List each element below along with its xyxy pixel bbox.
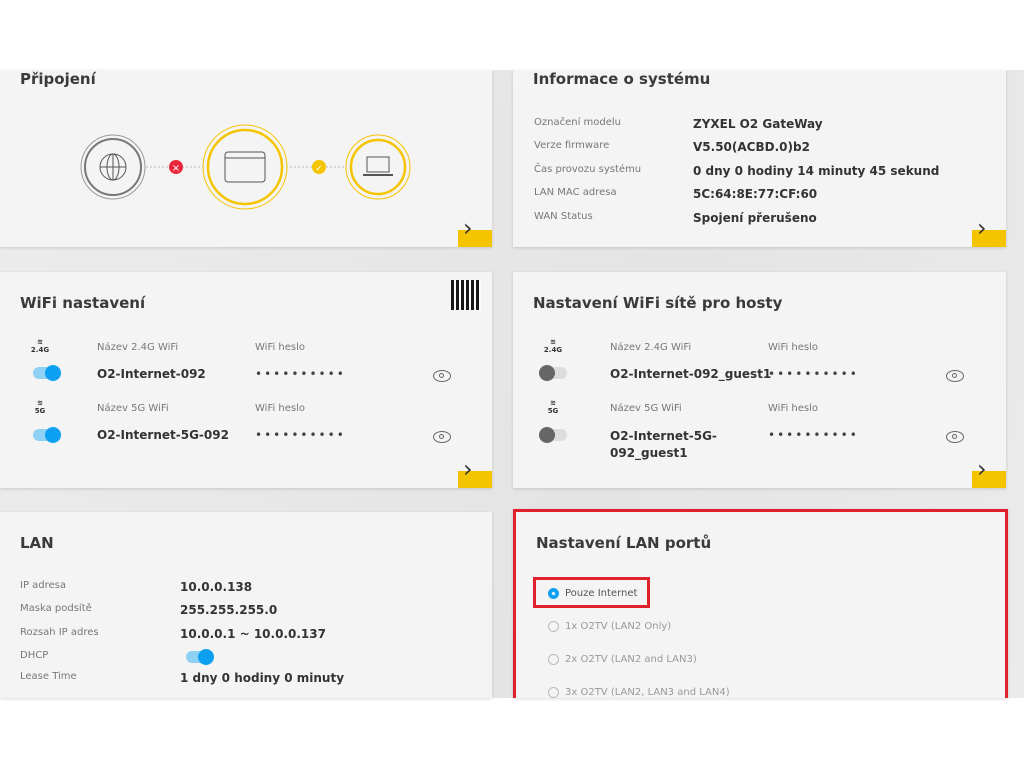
guest-5g-password: ••••••••••	[768, 428, 859, 442]
wifi-24g-toggle[interactable]	[33, 365, 61, 381]
wifi-5g-name: O2-Internet-5G-092	[97, 428, 229, 442]
eye-icon[interactable]	[433, 370, 451, 382]
wifi-5g-name-label: Název 5G WiFi	[97, 403, 169, 414]
ip-range-label: Rozsah IP adres	[20, 627, 99, 638]
eye-icon[interactable]	[946, 370, 964, 382]
model-label: Označení modelu	[534, 117, 622, 128]
radio-selected[interactable]	[548, 588, 559, 599]
system-info-card: Informace o systému Označení modelu ZYXE…	[513, 70, 1006, 247]
laptop-icon	[345, 134, 411, 200]
wifi-24g-name: O2-Internet-092	[97, 367, 206, 381]
option-internet-only[interactable]: Pouze Internet	[548, 588, 637, 599]
wifi-24g-icon: ≋ 2.4G	[543, 338, 563, 354]
eye-icon[interactable]	[433, 431, 451, 443]
connection-card: Připojení × ✓ ›	[0, 70, 492, 247]
model-value: ZYXEL O2 GateWay	[693, 117, 823, 131]
guest-24g-name: O2-Internet-092_guest1	[610, 367, 772, 381]
option-label: Pouze Internet	[565, 588, 638, 599]
option-label: 3x O2TV (LAN2, LAN3 and LAN4)	[565, 687, 730, 698]
chevron-right-icon: ›	[977, 455, 987, 483]
lease-time-label: Lease Time	[20, 671, 77, 682]
card-title: Nastavení LAN portů	[536, 534, 712, 552]
guest-5g-name: O2-Internet-5G-092_guest1	[610, 429, 717, 460]
wifi-5g-password: ••••••••••	[255, 428, 346, 442]
firmware-value: V5.50(ACBD.0)b2	[693, 140, 810, 154]
guest-wifi-details-button[interactable]: ›	[972, 457, 1006, 488]
qr-code-icon[interactable]	[451, 280, 481, 310]
wan-status-label: WAN Status	[534, 211, 593, 222]
ip-value: 10.0.0.138	[180, 580, 253, 594]
error-icon: ×	[169, 160, 183, 174]
wifi-24g-name-label: Název 2.4G WiFi	[97, 342, 179, 353]
option-label: 1x O2TV (LAN2 Only)	[565, 621, 672, 632]
wifi-card: WiFi nastavení ≋ 2.4G Název 2.4G WiFi O2-…	[0, 272, 492, 488]
wifi-24g-password: ••••••••••	[255, 367, 346, 381]
chevron-right-icon: ›	[463, 455, 473, 483]
card-title: Připojení	[20, 70, 96, 88]
guest-24g-toggle[interactable]	[539, 365, 567, 381]
mac-value: 5C:64:8E:77:CF:60	[693, 187, 818, 201]
guest-24g-password: ••••••••••	[768, 367, 859, 381]
wifi-24g-pass-label: WiFi heslo	[255, 342, 306, 353]
card-title: Nastavení WiFi sítě pro hosty	[533, 294, 783, 312]
card-title: Informace o systému	[533, 70, 711, 88]
uptime-label: Čas provozu systému	[534, 164, 642, 175]
guest-5g-toggle[interactable]	[539, 427, 567, 443]
wifi-details-button[interactable]: ›	[458, 457, 492, 488]
dhcp-label: DHCP	[20, 650, 49, 661]
card-title: LAN	[20, 534, 54, 552]
connection-details-button[interactable]: ›	[458, 216, 492, 247]
system-details-button[interactable]: ›	[972, 216, 1006, 247]
firmware-label: Verze firmware	[534, 140, 610, 151]
router-icon	[202, 124, 288, 210]
mask-value: 255.255.255.0	[180, 603, 278, 617]
option-2x-o2tv[interactable]: 2x O2TV (LAN2 and LAN3)	[548, 654, 697, 665]
ip-label: IP adresa	[20, 580, 67, 591]
guest-5g-name-label: Název 5G WiFi	[610, 403, 682, 414]
lan-ports-card: Nastavení LAN portů Pouze Internet 1x O2…	[513, 509, 1008, 698]
wifi-24g-icon: ≋ 2.4G	[30, 338, 50, 354]
guest-wifi-card: Nastavení WiFi sítě pro hosty ≋ 2.4G Náze…	[513, 272, 1006, 488]
connection-diagram: × ✓	[80, 124, 411, 210]
card-title: WiFi nastavení	[20, 294, 146, 312]
eye-icon[interactable]	[946, 431, 964, 443]
guest-24g-pass-label: WiFi heslo	[768, 342, 819, 353]
mac-label: LAN MAC adresa	[534, 187, 617, 198]
guest-24g-name-label: Název 2.4G WiFi	[610, 342, 692, 353]
wifi-5g-icon: ≋ 5G	[34, 399, 46, 415]
wifi-5g-pass-label: WiFi heslo	[255, 403, 306, 414]
lan-card: LAN IP adresa 10.0.0.138 Maska podsítě 2…	[0, 512, 492, 698]
check-icon: ✓	[312, 160, 326, 174]
lease-time-value: 1 dny 0 hodiny 0 minuty	[180, 671, 345, 685]
wifi-5g-icon: ≋ 5G	[547, 399, 559, 415]
ip-range-value: 10.0.0.1 ~ 10.0.0.137	[180, 627, 326, 641]
dhcp-toggle[interactable]	[186, 649, 214, 665]
svg-text:✓: ✓	[315, 164, 323, 174]
radio[interactable]	[548, 621, 559, 632]
option-3x-o2tv[interactable]: 3x O2TV (LAN2, LAN3 and LAN4)	[548, 687, 730, 698]
svg-text:×: ×	[172, 163, 180, 174]
uptime-value: 0 dny 0 hodiny 14 minuty 45 sekund	[693, 164, 940, 178]
chevron-right-icon: ›	[977, 214, 987, 242]
globe-icon	[80, 134, 146, 200]
guest-5g-pass-label: WiFi heslo	[768, 403, 819, 414]
radio[interactable]	[548, 687, 559, 698]
radio[interactable]	[548, 654, 559, 665]
mask-label: Maska podsítě	[20, 603, 92, 614]
option-1x-o2tv[interactable]: 1x O2TV (LAN2 Only)	[548, 621, 671, 632]
option-label: 2x O2TV (LAN2 and LAN3)	[565, 654, 697, 665]
wan-status-value: Spojení přerušeno	[693, 211, 817, 225]
chevron-right-icon: ›	[463, 214, 473, 242]
wifi-5g-toggle[interactable]	[33, 427, 61, 443]
